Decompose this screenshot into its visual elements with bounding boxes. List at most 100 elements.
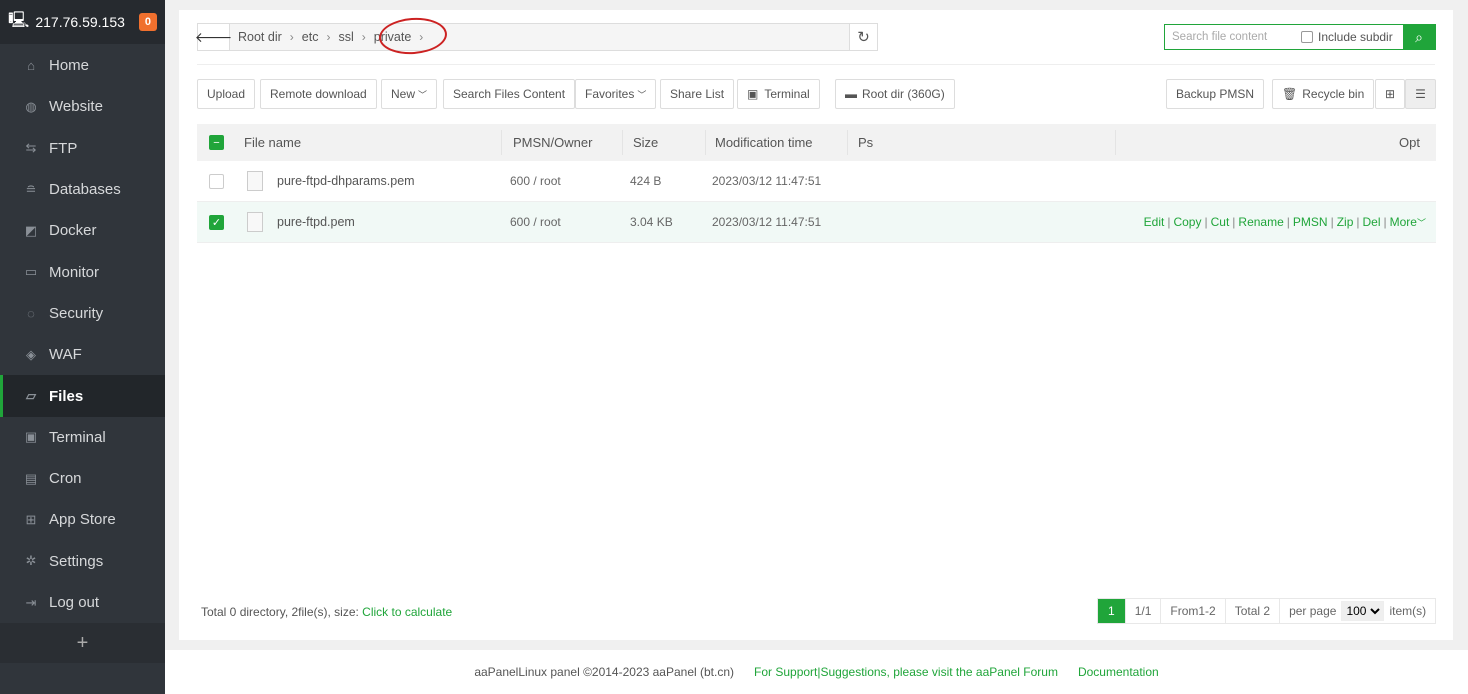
backup-pmsn-button[interactable]: Backup PMSN <box>1166 79 1265 109</box>
recycle-bin-button[interactable]: 🗑 Recycle bin <box>1272 79 1375 109</box>
op-del[interactable]: Del <box>1363 215 1381 229</box>
select-all-checkbox[interactable]: − <box>209 135 224 150</box>
chevron-down-icon: ﹀ <box>1416 217 1426 228</box>
search-box: Search file content Include subdir ⌕ <box>1164 24 1436 50</box>
calculate-size-link[interactable]: Click to calculate <box>362 605 452 619</box>
favorites-button[interactable]: Favorites ﹀ <box>575 79 657 109</box>
forum-link[interactable]: For Support|Suggestions, please visit th… <box>754 665 1058 679</box>
header-size[interactable]: Size <box>633 124 658 161</box>
apps-icon: ⊞ <box>25 511 37 527</box>
home-icon: ⌂ <box>27 58 35 74</box>
terminal-button[interactable]: ▣ Terminal <box>737 79 820 109</box>
sidebar-item-log-out[interactable]: ⇥ Log out <box>0 582 165 623</box>
search-files-content-button[interactable]: Search Files Content <box>443 79 576 109</box>
header-file-name[interactable]: File name <box>244 124 301 161</box>
docker-icon: ◩ <box>24 222 38 238</box>
sidebar-item-waf[interactable]: ◈ WAF <box>0 334 165 375</box>
sidebar-item-label: WAF <box>49 346 82 364</box>
new-label: New <box>391 87 416 101</box>
new-button[interactable]: New ﹀ <box>381 79 438 109</box>
sidebar-item-cron[interactable]: ▤ Cron <box>0 458 165 499</box>
root-dir-button[interactable]: ▬ Root dir (360G) <box>835 79 955 109</box>
search-icon[interactable]: ⌕ <box>1403 24 1435 50</box>
notification-badge[interactable]: 0 <box>138 13 157 31</box>
add-button[interactable]: + <box>0 623 165 664</box>
include-subdir-checkbox[interactable] <box>1301 31 1313 43</box>
file-permission[interactable]: 600 / root <box>510 161 561 201</box>
table-row[interactable]: pure-ftpd-dhparams.pem 600 / root 424 B … <box>197 161 1436 202</box>
share-list-button[interactable]: Share List <box>660 79 735 109</box>
search-input[interactable]: Search file content <box>1165 31 1301 43</box>
folder-icon: ▱ <box>26 388 36 404</box>
crumb-root[interactable]: Root dir <box>238 30 282 44</box>
refresh-icon[interactable]: ↻ <box>849 24 877 50</box>
sidebar-item-settings[interactable]: ✲ Settings <box>0 541 165 582</box>
sidebar-item-label: Home <box>49 57 90 75</box>
sidebar-item-label: Terminal <box>49 428 106 446</box>
list-view-icon[interactable]: ☰ <box>1405 79 1436 109</box>
sidebar-item-monitor[interactable]: ▭ Monitor <box>0 251 165 292</box>
op-copy[interactable]: Copy <box>1173 215 1201 229</box>
server-ip: 217.76.59.153 <box>35 14 125 30</box>
sidebar-item-website[interactable]: ◍ Website <box>0 86 165 127</box>
sidebar-item-label: FTP <box>49 139 78 157</box>
file-icon <box>247 212 263 232</box>
sidebar-item-app-store[interactable]: ⊞ App Store <box>0 499 165 540</box>
back-button[interactable]: 🡐 <box>195 24 232 50</box>
per-page-select[interactable]: 100 <box>1341 601 1385 621</box>
chevron-down-icon: ﹀ <box>637 89 647 100</box>
waf-shield-icon: ◈ <box>26 346 36 362</box>
terminal-icon: ▣ <box>747 87 759 101</box>
file-permission[interactable]: 600 / root <box>510 202 561 242</box>
per-page-label: per page <box>1289 604 1337 618</box>
file-icon <box>247 171 263 191</box>
page-total: Total 2 <box>1226 599 1281 623</box>
documentation-link[interactable]: Documentation <box>1078 665 1159 679</box>
monitor-icon: ▭ <box>24 264 38 280</box>
logout-icon: ⇥ <box>25 594 37 610</box>
sidebar-item-terminal[interactable]: ▣ Terminal <box>0 417 165 458</box>
op-zip[interactable]: Zip <box>1337 215 1354 229</box>
op-rename[interactable]: Rename <box>1238 215 1283 229</box>
sidebar-item-label: Files <box>49 387 84 405</box>
op-pmsn[interactable]: PMSN <box>1293 215 1328 229</box>
crumb-ssl[interactable]: ssl <box>338 30 353 44</box>
sidebar-item-files[interactable]: ▱ Files <box>0 375 165 417</box>
remote-download-button[interactable]: Remote download <box>260 79 377 109</box>
row-checkbox[interactable] <box>209 173 224 189</box>
sidebar-item-docker[interactable]: ◩ Docker <box>0 210 165 251</box>
upload-button[interactable]: Upload <box>197 79 256 109</box>
monitor-icon: 🖳 <box>8 11 30 29</box>
file-mtime: 2023/03/12 11:47:51 <box>712 215 822 229</box>
terminal-label: Terminal <box>764 87 810 101</box>
row-checkbox[interactable]: ✓ <box>209 214 224 230</box>
sidebar-item-label: Cron <box>49 470 82 488</box>
grid-view-icon[interactable]: ⊞ <box>1375 79 1405 109</box>
header-permission[interactable]: PMSN/Owner <box>513 124 592 161</box>
sidebar-item-label: Settings <box>49 552 104 570</box>
table-row[interactable]: ✓ pure-ftpd.pem 600 / root 3.04 KB 2023/… <box>197 202 1436 243</box>
row-operations: Edit | Copy | Cut | Rename | PMSN | Zip | Del | More ﹀ <box>1143 215 1426 229</box>
page-current[interactable]: 1 <box>1098 599 1126 623</box>
gear-icon: ✲ <box>25 553 37 569</box>
file-name[interactable]: pure-ftpd.pem <box>277 202 355 242</box>
pagination: 1 1/1 From1-2 Total 2 per page 100 item(… <box>1097 598 1437 624</box>
op-more[interactable]: More <box>1390 215 1417 229</box>
op-edit[interactable]: Edit <box>1144 215 1165 229</box>
chevron-down-icon: ﹀ <box>418 89 428 100</box>
file-name[interactable]: pure-ftpd-dhparams.pem <box>277 161 415 201</box>
database-icon: ≘ <box>25 181 37 197</box>
sidebar-item-home[interactable]: ⌂ Home <box>0 45 165 86</box>
op-cut[interactable]: Cut <box>1211 215 1230 229</box>
header-mtime[interactable]: Modification time <box>715 124 813 161</box>
table-header: − File name PMSN/Owner Size Modification… <box>197 124 1436 161</box>
sidebar-item-security[interactable]: ◌ Security <box>0 293 165 334</box>
crumb-etc[interactable]: etc <box>302 30 319 44</box>
file-mtime: 2023/03/12 11:47:51 <box>712 174 822 188</box>
shield-icon: ◌ <box>27 305 35 321</box>
calendar-icon: ▤ <box>24 470 38 486</box>
breadcrumb: 🡐 Root dir › etc › ssl › private › ↻ <box>195 23 878 51</box>
copyright: aaPanelLinux panel ©2014-2023 aaPanel (b… <box>474 665 735 679</box>
sidebar-item-ftp[interactable]: ⇆ FTP <box>0 128 165 169</box>
sidebar-item-databases[interactable]: ≘ Databases <box>0 169 165 210</box>
